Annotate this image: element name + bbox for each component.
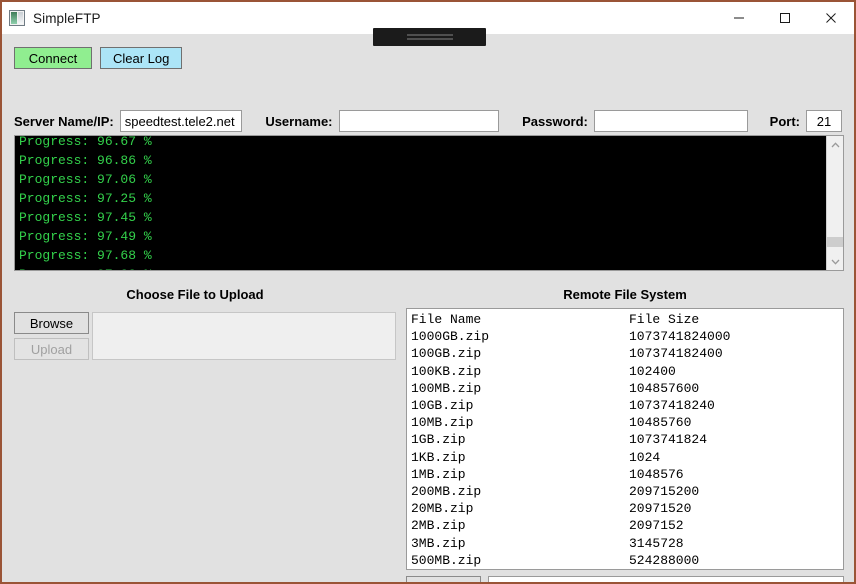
cell-file-size: 10737418240 [629,398,715,414]
cell-file-size: 10485760 [629,415,692,431]
cell-file-name: 1KB.zip [411,449,466,465]
username-input[interactable] [338,110,499,132]
clear-log-button[interactable]: Clear Log [100,47,183,69]
cell-file-name: 100GB.zip [411,346,482,362]
table-row[interactable]: 500MB.zip 524288000 [411,552,843,569]
cell-file-name: 2MB.zip [411,518,466,534]
app-window-icon [9,10,25,26]
cell-file-name: 100KB.zip [411,363,482,379]
table-row[interactable]: 3MB.zip 3145728 [411,535,843,552]
cell-file-size: 1073741824000 [629,329,731,345]
console-log-panel: Progress: 96.67 % Progress: 96.86 % Prog… [14,135,844,271]
window-title: SimpleFTP [33,10,101,26]
client-area: Connect Clear Log Server Name/IP: Userna… [2,34,854,582]
remote-section-title: Remote File System [563,287,687,302]
console-log-lines: Progress: 96.67 % Progress: 96.86 % Prog… [19,136,152,270]
console-log-scrollbar[interactable] [826,136,843,270]
cell-file-size: 1024 [629,449,661,465]
cell-file-name: 1MB.zip [411,466,466,482]
table-row[interactable]: 200MB.zip 209715200 [411,483,843,500]
maximize-button[interactable] [762,2,808,34]
table-row[interactable]: 50MB.zip52428800 [411,569,843,570]
table-row[interactable]: 20MB.zip 20971520 [411,500,843,517]
table-row[interactable]: 1000GB.zip 1073741824000 [411,328,843,345]
password-label: Password: [522,113,588,129]
cell-file-size: 104857600 [629,380,700,396]
column-header-file-name: File Name [411,312,482,327]
cell-file-name: 1000GB.zip [411,329,490,345]
chevron-up-icon [831,141,839,147]
cell-file-name: 50MB.zip [411,569,629,570]
remote-list-header: File Name File Size [411,311,843,328]
cell-file-name: 500MB.zip [411,552,482,568]
server-label: Server Name/IP: [14,113,114,129]
window-controls [716,2,854,34]
action-toolbar: Connect Clear Log [14,47,183,69]
close-button[interactable] [808,2,854,34]
cell-file-name: 10GB.zip [411,398,474,414]
scroll-up-button[interactable] [827,136,843,153]
cell-file-size: 209715200 [629,484,700,500]
minimize-button[interactable] [716,2,762,34]
cell-file-name: 20MB.zip [411,501,474,517]
table-row[interactable]: 100KB.zip 102400 [411,363,843,380]
cell-file-name: 10MB.zip [411,415,474,431]
scroll-down-button[interactable] [827,253,843,270]
cell-file-size: 20971520 [629,501,692,517]
upload-buttons-group: Browse Upload [14,312,89,360]
table-row[interactable]: 100GB.zip 107374182400 [411,345,843,362]
table-row[interactable]: 2MB.zip 2097152 [411,517,843,534]
simpleftp-window: SimpleFTP Connect Clear Log Server Name/… [0,0,856,584]
browse-button[interactable]: Browse [14,312,89,334]
cell-file-name: 3MB.zip [411,535,466,551]
overlay-drag-bar[interactable] [373,28,486,46]
cell-file-size: 2097152 [629,518,684,534]
cell-file-name: 200MB.zip [411,484,482,500]
chevron-down-icon [831,259,839,265]
cell-file-size: 107374182400 [629,346,723,362]
username-label: Username: [265,113,333,129]
cell-file-size: 524288000 [629,552,700,568]
remote-list-rows: 1000GB.zip 1073741824000 100GB.zip 10737418… [411,328,843,570]
password-input[interactable] [593,110,748,132]
upload-button[interactable]: Upload [14,338,89,360]
table-row[interactable]: 100MB.zip 104857600 [411,380,843,397]
cell-file-size: 1073741824 [629,432,708,448]
table-row[interactable]: 10MB.zip 10485760 [411,414,843,431]
download-button[interactable]: Download [406,576,481,582]
table-row[interactable]: 1MB.zip 1048576 [411,466,843,483]
table-row[interactable]: 10GB.zip 10737418240 [411,397,843,414]
cell-file-size: 52428800 [629,569,691,570]
cell-file-size: 1048576 [629,466,684,482]
port-input[interactable] [806,110,843,132]
column-header-file-size: File Size [629,312,700,327]
cell-file-size: 102400 [629,363,676,379]
upload-section-title: Choose File to Upload [126,287,264,302]
cell-file-name: 100MB.zip [411,380,482,396]
table-row[interactable]: 1GB.zip 1073741824 [411,431,843,448]
maximize-icon [780,13,790,23]
cell-file-name: 1GB.zip [411,432,466,448]
port-label: Port: [769,113,801,129]
scroll-thumb[interactable] [827,237,843,247]
upload-path-field[interactable] [92,312,396,360]
console-log-output[interactable]: Progress: 96.67 % Progress: 96.86 % Prog… [15,136,826,270]
minimize-icon [734,17,744,19]
connection-fields-row: Server Name/IP: Username: Password: Port… [14,109,843,133]
connect-button[interactable]: Connect [14,47,92,69]
remote-file-list[interactable]: File Name File Size 1000GB.zip 1073741824… [406,308,844,570]
drag-grip-icon [406,34,453,40]
cell-file-size: 3145728 [629,535,684,551]
download-path-field[interactable] [488,576,844,582]
table-row[interactable]: 1KB.zip 1024 [411,449,843,466]
close-icon [826,13,836,23]
server-input[interactable] [119,110,242,132]
